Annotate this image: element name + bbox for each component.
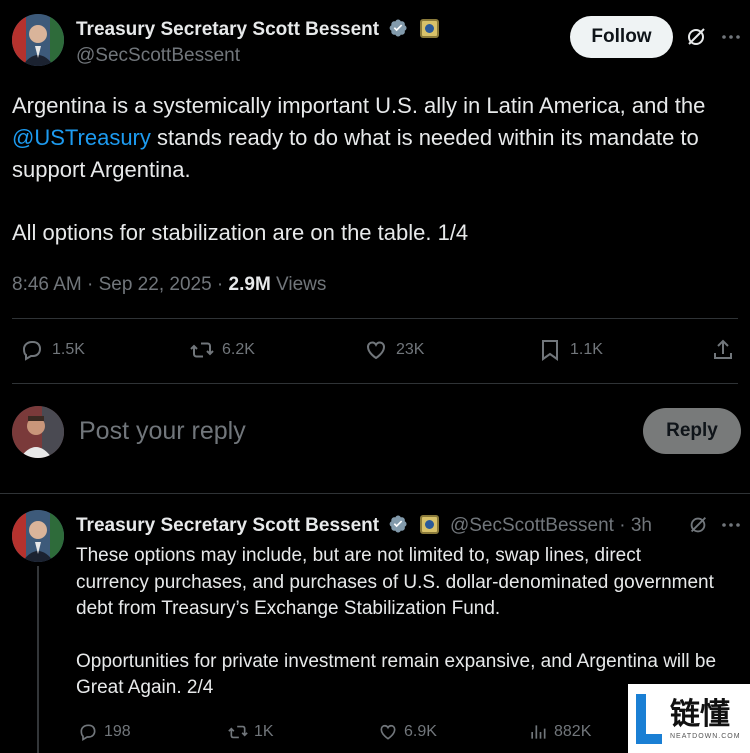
views-count: 882K	[554, 723, 592, 740]
share-icon	[714, 339, 732, 359]
repost-count: 6.2K	[222, 341, 255, 358]
verified-badge-icon	[390, 515, 407, 533]
author-avatar[interactable]	[12, 14, 64, 66]
views-action[interactable]: 882K	[528, 722, 591, 742]
tweet-timestamp[interactable]: 8:46 AM · Sep 22, 2025 ·	[12, 274, 229, 295]
watermark-text: 链懂 NEATDOWN.COM	[670, 697, 741, 740]
watermark-cn: 链懂	[670, 697, 730, 732]
author-handle[interactable]: @SecScottBessent	[76, 45, 240, 67]
more-options-icon[interactable]	[719, 25, 743, 49]
author-name-text[interactable]: Treasury Secretary Scott Bessent	[76, 19, 379, 40]
grok-icon[interactable]	[684, 25, 708, 49]
divider	[12, 383, 738, 384]
verified-badge-icon	[390, 19, 407, 37]
like-count: 23K	[396, 341, 425, 358]
tweet-meta: 8:46 AM · Sep 22, 2025 · 2.9M Views	[12, 274, 326, 296]
reply-count: 198	[104, 723, 131, 740]
more-options-icon[interactable]	[719, 513, 743, 537]
reply-icon	[22, 341, 42, 361]
reply-input[interactable]: Post your reply	[79, 417, 246, 446]
watermark-en: NEATDOWN.COM	[670, 733, 741, 740]
grok-icon[interactable]	[687, 514, 709, 536]
mention-link[interactable]: @USTreasury	[12, 125, 151, 150]
watermark-logo: 链懂 NEATDOWN.COM	[628, 684, 750, 753]
author-name-text[interactable]: Treasury Secretary Scott Bessent	[76, 515, 379, 536]
watermark-l-icon	[636, 693, 662, 744]
follow-button[interactable]: Follow	[570, 16, 673, 58]
bookmark-icon	[542, 340, 558, 361]
bookmark-action[interactable]: 1.1K	[538, 338, 603, 362]
author-name[interactable]: Treasury Secretary Scott Bessent	[76, 18, 439, 41]
share-action[interactable]	[711, 338, 735, 362]
like-action[interactable]: 6.9K	[378, 722, 437, 742]
tweet-paragraph-1: Argentina is a systemically important U.…	[12, 90, 746, 186]
repost-action[interactable]: 1K	[228, 722, 274, 742]
repost-action[interactable]: 6.2K	[190, 338, 255, 362]
user-avatar	[12, 406, 64, 458]
like-count: 6.9K	[404, 723, 437, 740]
repost-count: 1K	[254, 723, 274, 740]
heart-icon	[380, 724, 396, 740]
tweet-text-segment: Argentina is a systemically important U.…	[12, 93, 706, 118]
thread-tweet-body: These options may include, but are not l…	[76, 543, 716, 702]
author-avatar[interactable]	[12, 510, 64, 562]
reply-action[interactable]: 1.5K	[20, 338, 85, 362]
reply-button[interactable]: Reply	[643, 408, 741, 454]
analytics-icon	[531, 725, 546, 739]
like-action[interactable]: 23K	[364, 338, 424, 362]
thread-author-name[interactable]: Treasury Secretary Scott Bessent @SecSco…	[76, 514, 652, 537]
heart-icon	[366, 341, 386, 360]
thread-paragraph-2: Opportunities for private investment rem…	[76, 650, 717, 699]
tweet-body: Argentina is a systemically important U.…	[12, 90, 746, 249]
reply-count: 1.5K	[52, 341, 85, 358]
views-label: Views	[270, 274, 327, 295]
views-count: 2.9M	[228, 274, 271, 295]
thread-handle-time[interactable]: @SecScottBessent · 3h	[450, 515, 652, 536]
reply-icon	[80, 724, 96, 741]
divider	[0, 493, 750, 494]
government-affiliation-icon	[419, 515, 439, 534]
divider	[12, 318, 738, 319]
tweet-paragraph-2: All options for stabilization are on the…	[12, 220, 469, 245]
repost-icon	[190, 342, 214, 358]
government-affiliation-icon	[419, 19, 439, 38]
bookmark-count: 1.1K	[570, 341, 603, 358]
thread-paragraph-1: These options may include, but are not l…	[76, 545, 714, 619]
thread-connector	[37, 566, 39, 753]
repost-icon	[228, 725, 248, 739]
reply-action[interactable]: 198	[78, 722, 131, 742]
